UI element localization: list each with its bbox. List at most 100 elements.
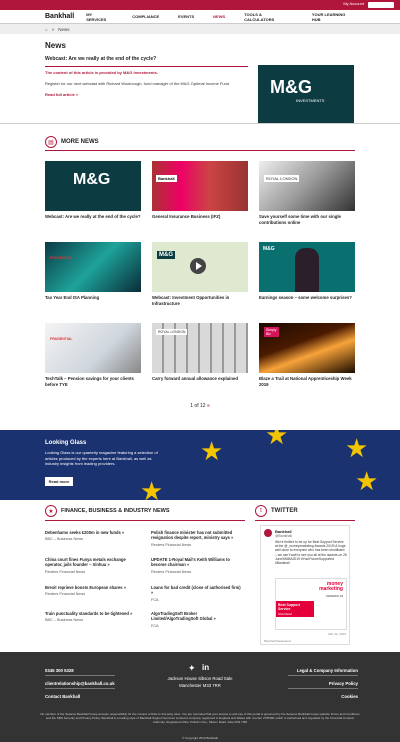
featured-description: Register for our next webcast with Richa…: [45, 81, 231, 86]
news-item-source: Reuters Financial News: [45, 569, 86, 574]
news-item-source: FCA: [151, 623, 159, 628]
card-image: M&G: [45, 161, 141, 211]
card-title: Webcast: Are we really at the end of the…: [45, 214, 141, 219]
news-item[interactable]: Polish finance minister has not submitte…: [151, 530, 243, 547]
news-item-title[interactable]: China court fines Funya metals exchange …: [45, 557, 137, 568]
news-item-source: BBC – Business News: [45, 537, 83, 542]
footer-contact[interactable]: Contact Bankhall: [45, 694, 80, 699]
news-card[interactable]: PRUDENTIAL Tax Year End ISA Planning: [45, 242, 141, 301]
card-image: PRUDENTIAL: [45, 242, 141, 292]
card-title: Save yourself some time with our single …: [259, 214, 341, 225]
next-page-link[interactable]: »: [207, 403, 210, 409]
twitter-feed[interactable]: Bankhall @Bankhall We're thrilled to be …: [260, 525, 350, 645]
card-label: Best Support Service Shortlisted: [276, 601, 314, 617]
news-card[interactable]: M&G Earnings season – some welcome surpr…: [259, 242, 355, 301]
news-item-title[interactable]: Polish finance minister has not submitte…: [151, 530, 243, 541]
featured-thumbnail[interactable]: M&G INVESTMENTS: [258, 65, 354, 123]
card-title: Webcast: Investment Opportunities in Inf…: [152, 295, 230, 306]
nav-news[interactable]: NEWS: [213, 14, 225, 19]
eu-star-icon: ★: [200, 436, 224, 466]
footer-phone[interactable]: 0345 300 5328: [45, 668, 74, 673]
news-card[interactable]: M&G Webcast: Are we really at the end of…: [45, 161, 141, 220]
avatar: [264, 529, 272, 537]
nav-tools-calculators[interactable]: TOOLS & CALCULATORS: [244, 12, 293, 22]
news-item[interactable]: Debenhams seeks £200m in new funds » BBC…: [45, 530, 137, 541]
nav-compliance[interactable]: COMPLIANCE: [132, 14, 159, 19]
footer-legal-link[interactable]: Legal & Company Information: [297, 668, 358, 673]
eu-star-icon: ★: [355, 466, 379, 496]
breadcrumb: ⌂ » News: [0, 24, 400, 34]
nav-my-services[interactable]: MY SERVICES: [86, 12, 113, 22]
news-item[interactable]: Train punctuality standards to be tighte…: [45, 611, 137, 622]
site-footer: 0345 300 5328 clientrelationship@bankhal…: [0, 652, 400, 742]
looking-glass-title: Looking Glass: [45, 440, 87, 446]
news-item[interactable]: Loans for bad credit (close of authorise…: [151, 585, 243, 602]
nav-learning-hub[interactable]: YOUR LEARNING HUB: [312, 12, 355, 22]
card-image: Simply Biz: [259, 323, 355, 373]
divider: [288, 675, 358, 676]
card-image: Bankhall: [152, 161, 248, 211]
nav-events[interactable]: EVENTS: [178, 14, 194, 19]
divider: [45, 688, 115, 689]
looking-glass-banner: ★ ★ ★ ★ ★ Looking Glass Looking Glass is…: [0, 430, 400, 500]
card-image: PRUDENTIAL: [45, 323, 141, 373]
read-more-button[interactable]: Read more: [45, 477, 73, 486]
tweet-handle: @Bankhall: [275, 534, 292, 538]
news-item-title[interactable]: Debenhams seeks £200m in new funds »: [45, 530, 137, 535]
more-news-header: ▤ MORE NEWS: [0, 130, 400, 151]
card-image: ROYAL LONDON: [152, 323, 248, 373]
card-sub: AWARDS 19: [325, 594, 343, 598]
footer-cookies-link[interactable]: Cookies: [341, 694, 358, 699]
news-item-title[interactable]: Loans for bad credit (close of authorise…: [151, 585, 243, 596]
news-item-source: BBC – Business News: [45, 618, 83, 623]
tweet-date: Mar 22, 2019: [328, 632, 346, 636]
news-item[interactable]: UPDATE 1-Royal Mail's Keith Williams to …: [151, 557, 243, 574]
news-item-source: Reuters Financial News: [45, 592, 86, 597]
card-image: M&G: [152, 242, 248, 292]
divider: [0, 123, 400, 124]
tweet-image[interactable]: money marketing AWARDS 19 Best Support S…: [275, 578, 347, 630]
news-item-source: FCA: [151, 597, 159, 602]
news-item[interactable]: Brexit reprieve boosts European shares »…: [45, 585, 137, 596]
home-icon[interactable]: ⌂: [45, 27, 48, 32]
breadcrumb-separator-icon: »: [51, 26, 55, 32]
card-image: ROYAL LONDON: [259, 161, 355, 211]
divider: [255, 520, 355, 521]
footer-copyright: © Copyright 2019 Bankhall: [182, 736, 218, 740]
news-card[interactable]: Bankhall General Insurance Business (IFZ…: [152, 161, 248, 220]
news-item[interactable]: China court fines Funya metals exchange …: [45, 557, 137, 574]
finance-news-heading: FINANCE, BUSINESS & INDUSTRY NEWS: [61, 508, 170, 514]
main-nav: Bankhall MY SERVICES COMPLIANCE EVENTS N…: [0, 10, 400, 24]
featured-title[interactable]: Webcast: Are we really at the end of the…: [45, 56, 355, 62]
twitter-icon[interactable]: ✦: [188, 663, 196, 674]
news-card[interactable]: PRUDENTIAL TechTalk – Pension savings fo…: [45, 323, 141, 387]
card-title: General Insurance Business (IFZ): [152, 214, 221, 219]
bankhall-logo[interactable]: Bankhall: [45, 13, 74, 20]
my-account-link[interactable]: My Account: [343, 1, 364, 6]
page-indicator: 1 of 12: [190, 403, 206, 409]
retweet-note: Bankhall Retweeted: [264, 639, 291, 643]
eu-star-icon: ★: [140, 476, 164, 500]
card-title: TechTalk – Pension savings for your clie…: [45, 376, 134, 387]
news-card[interactable]: M&G Webcast: Investment Opportunities in…: [152, 242, 248, 306]
news-item-title[interactable]: Brexit reprieve boosts European shares »: [45, 585, 137, 590]
divider: [45, 520, 245, 521]
linkedin-icon[interactable]: in: [202, 663, 209, 672]
divider: [288, 688, 358, 689]
megaphone-icon: ★: [45, 505, 57, 517]
search-input[interactable]: [368, 2, 394, 8]
news-card[interactable]: Simply Biz Blaze a Trail at National Appr…: [259, 323, 355, 387]
twitter-heading: TWITTER: [271, 508, 298, 514]
card-title: Earnings season – some welcome surprises…: [259, 295, 352, 300]
footer-disclaimer: No member of the Sesame Bankhall Group a…: [40, 712, 360, 724]
footer-email[interactable]: clientrelationship@bankhall.co.uk: [45, 681, 115, 686]
news-item-title[interactable]: Train punctuality standards to be tighte…: [45, 611, 137, 616]
news-card[interactable]: ROYAL LONDON Save yourself some time wit…: [259, 161, 355, 225]
more-news-heading: MORE NEWS: [61, 139, 99, 145]
news-item[interactable]: AlgoTradingSoft Broker Limited/AlgoTradi…: [151, 611, 243, 628]
footer-privacy-link[interactable]: Privacy Policy: [329, 681, 358, 686]
newspaper-icon: ▤: [45, 136, 57, 148]
news-card[interactable]: ROYAL LONDON Carry forward annual allowa…: [152, 323, 248, 382]
news-item-title[interactable]: UPDATE 1-Royal Mail's Keith Williams to …: [151, 557, 243, 568]
news-item-title[interactable]: AlgoTradingSoft Broker Limited/AlgoTradi…: [151, 611, 243, 622]
